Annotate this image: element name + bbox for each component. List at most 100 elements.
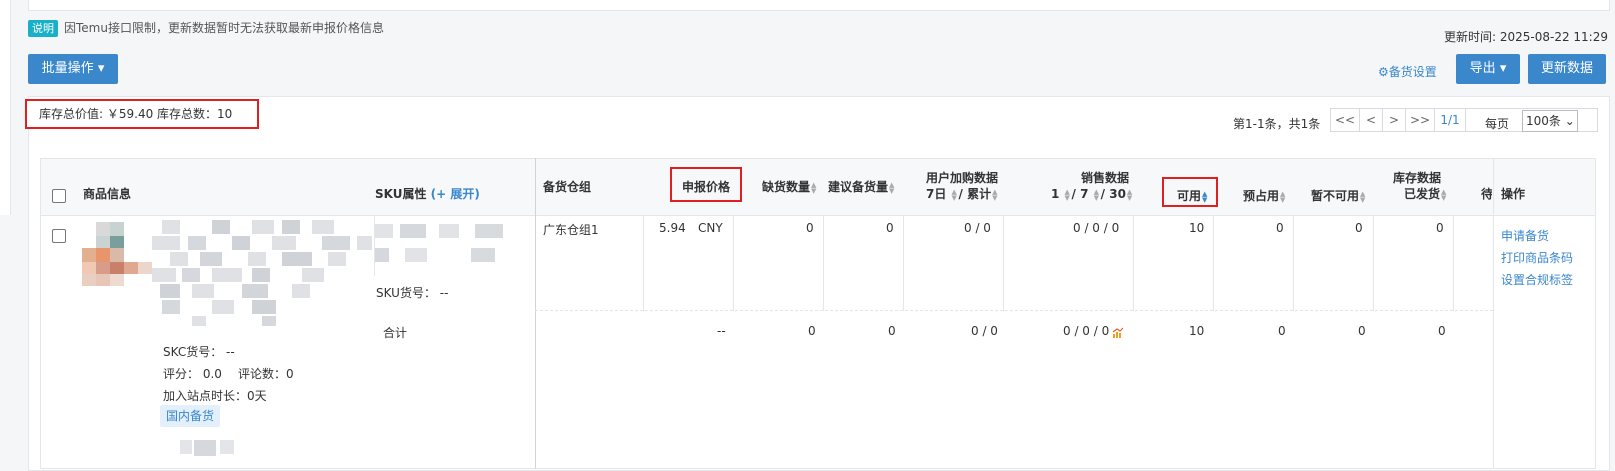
site-duration: 加入站点时长：0天 [163, 389, 267, 403]
header-warehouse: 备货仓组 [543, 180, 592, 194]
column-divider [903, 216, 904, 311]
column-divider [643, 216, 644, 311]
header-unavailable[interactable]: 暂不可用▲ ▼ [1311, 189, 1367, 204]
sort-icon: ▲ ▼ [992, 187, 998, 202]
first-page-button[interactable]: << [1330, 108, 1360, 132]
header-sales-30: / 30 [1100, 187, 1126, 201]
total-label: 合计 [383, 326, 408, 340]
product-extra-blur [180, 438, 250, 458]
chevron-down-icon: ▾ [97, 61, 105, 76]
row-checkbox[interactable] [52, 229, 66, 243]
header-cart-7d: 7日 [926, 187, 947, 201]
skc-number: SKC货号： -- [163, 345, 235, 359]
total-sales: 0 / 0 / 0 [1063, 324, 1110, 338]
column-divider [1213, 216, 1214, 311]
available-header-highlight [1162, 177, 1218, 207]
last-page-button[interactable]: >> [1405, 108, 1435, 132]
compliance-label-link[interactable]: 设置合规标签 [1501, 271, 1573, 288]
print-barcode-link[interactable]: 打印商品条码 [1501, 249, 1573, 266]
column-divider [1373, 216, 1374, 311]
header-shipped[interactable]: 已发货▲ ▼ [1404, 187, 1448, 202]
sort-icon: ▲ ▼ [951, 187, 957, 202]
sort-icon: ▲ ▼ [1280, 189, 1286, 204]
notice-text: 因Temu接口限制，更新数据暂时无法获取最新申报价格信息 [64, 21, 384, 35]
review-count: 评论数：0 [238, 367, 294, 381]
top-card [28, 0, 1610, 11]
sort-icon: ▲ ▼ [1093, 187, 1100, 202]
shipped-qty: 0 [1436, 221, 1444, 235]
total-available: 10 [1189, 324, 1205, 338]
header-sku-label: SKU属性 [375, 187, 427, 201]
notice-badge: 说明 [28, 20, 58, 37]
domestic-stock-tag: 国内备货 [160, 405, 221, 427]
header-ops: 操作 [1501, 187, 1526, 201]
header-short[interactable]: 缺货数量▲ ▼ [762, 180, 818, 195]
column-divider [733, 216, 734, 311]
trend-chart-icon[interactable] [1112, 327, 1124, 342]
suggest-qty: 0 [886, 221, 894, 235]
sku-attributes [375, 222, 525, 270]
apply-stock-link[interactable]: 申请备货 [1501, 227, 1549, 244]
expand-link[interactable]: (+ 展开) [431, 187, 480, 201]
header-sku: SKU属性 (+ 展开) [375, 187, 480, 202]
inventory-summary: 库存总价值: ￥59.40 库存总数：10 [25, 99, 259, 129]
price-header-highlight [670, 167, 742, 202]
update-data-button[interactable]: 更新数据 [1528, 54, 1606, 84]
reserved-qty: 0 [1276, 221, 1284, 235]
header-suggest[interactable]: 建议备货量▲ ▼ [828, 180, 896, 195]
short-qty: 0 [806, 221, 814, 235]
batch-operation-label: 批量操作 [41, 61, 94, 76]
product-title [152, 218, 372, 328]
column-divider [1293, 216, 1294, 311]
sort-icon: ▲ ▼ [1064, 187, 1070, 202]
header-short-label: 缺货数量 [762, 180, 811, 194]
total-price: -- [717, 324, 726, 338]
per-page-label: 每页 [1485, 117, 1510, 131]
page-size-value: 100条 [1526, 114, 1561, 128]
next-page-button[interactable]: > [1382, 108, 1406, 132]
sales-data: 0 / 0 / 0 [1073, 221, 1120, 235]
header-cart-sub[interactable]: 7日 ▲ ▼ / 累计▲ ▼ [926, 187, 999, 202]
stock-setting-link[interactable]: ⚙备货设置 [1378, 63, 1437, 80]
update-time: 更新时间: 2025-08-22 11:29 [1444, 30, 1608, 44]
export-label: 导出 [1469, 61, 1496, 76]
stock-setting-label: 备货设置 [1388, 65, 1437, 79]
total-shipped: 0 [1438, 324, 1446, 338]
header-cut: 待 [1481, 187, 1492, 201]
total-suggest: 0 [888, 324, 896, 338]
header-unavailable-label: 暂不可用 [1311, 189, 1360, 203]
header-shipped-label: 已发货 [1404, 187, 1441, 201]
header-stock: 库存数据 [1393, 171, 1442, 185]
prev-page-button[interactable]: < [1359, 108, 1383, 132]
sort-icon: ▲ ▼ [811, 180, 817, 195]
header-sales-7: / 7 [1071, 187, 1089, 201]
column-divider [1493, 158, 1494, 469]
header-reserved[interactable]: 预占用▲ ▼ [1243, 189, 1287, 204]
page-size-select[interactable]: 100条 ⌄ [1522, 110, 1578, 132]
total-short: 0 [808, 324, 816, 338]
cart-data: 0 / 0 [964, 221, 991, 235]
header-suggest-label: 建议备货量 [828, 180, 889, 194]
left-panel-edge [0, 0, 11, 215]
header-sales-1: 1 [1051, 187, 1060, 201]
unavailable-qty: 0 [1355, 221, 1363, 235]
chevron-down-icon: ⌄ [1564, 114, 1575, 128]
column-divider [823, 216, 824, 311]
sku-number: SKU货号： -- [376, 286, 449, 300]
select-all-checkbox[interactable] [52, 189, 66, 203]
row-divider [535, 310, 1493, 312]
page-indicator: 1/1 [1434, 108, 1466, 132]
pager-info: 第1-1条，共1条 [1233, 117, 1321, 131]
currency: CNY [698, 221, 723, 235]
export-button[interactable]: 导出 ▾ [1456, 54, 1520, 84]
total-reserved: 0 [1278, 324, 1286, 338]
chevron-down-icon: ▾ [1499, 61, 1507, 76]
header-cart: 用户加购数据 [926, 171, 999, 185]
batch-operation-button[interactable]: 批量操作 ▾ [28, 54, 118, 84]
header-sales: 销售数据 [1081, 171, 1130, 185]
header-sales-sub[interactable]: 1 ▲ ▼/ 7 ▲ ▼/ 30▲ ▼ [1051, 187, 1134, 202]
total-cart: 0 / 0 [971, 324, 998, 338]
total-unavailable: 0 [1358, 324, 1366, 338]
available-qty: 10 [1189, 221, 1205, 235]
warehouse-name: 广东仓组1 [543, 223, 599, 237]
